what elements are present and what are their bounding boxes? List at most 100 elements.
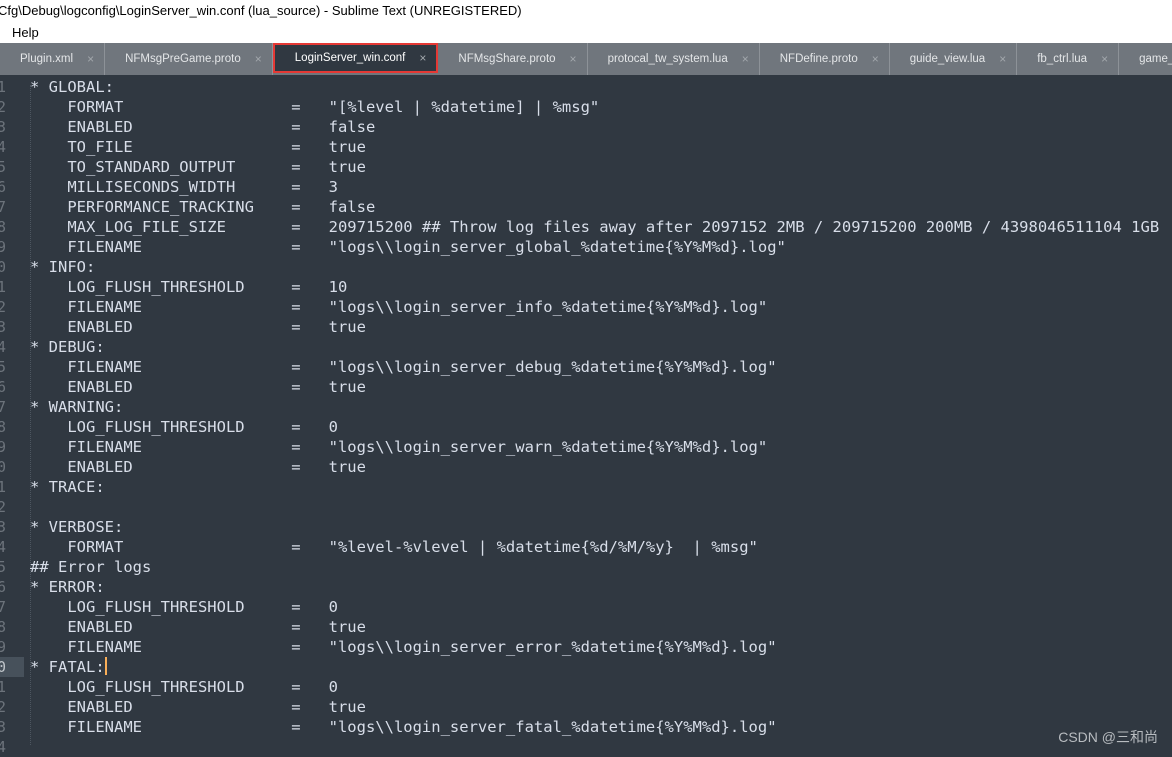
code-line: 28 ENABLED = true	[0, 617, 1172, 637]
code-text: ENABLED = false	[30, 118, 376, 136]
code-line: 23 * VERBOSE:	[0, 517, 1172, 537]
code-text: * WARNING:	[30, 398, 124, 416]
code-line: 25 ## Error logs	[0, 557, 1172, 577]
code-text: FILENAME = "logs\\login_server_global_%d…	[30, 238, 786, 256]
code-text: ENABLED = true	[30, 458, 366, 476]
code-text: LOG_FLUSH_THRESHOLD = 0	[30, 598, 338, 616]
code-line: 5 TO_STANDARD_OUTPUT = true	[0, 157, 1172, 177]
code-line: 22	[0, 497, 1172, 517]
tab-game-util-lua[interactable]: game_util.lua×	[1119, 43, 1172, 75]
line-number: 30	[0, 657, 24, 677]
code-line: 20 ENABLED = true	[0, 457, 1172, 477]
close-icon[interactable]: ×	[999, 52, 1006, 66]
tab-label: game_util.lua	[1139, 53, 1172, 65]
code-text: ENABLED = true	[30, 318, 366, 336]
close-icon[interactable]: ×	[419, 51, 426, 65]
tab-fb-ctrl-lua[interactable]: fb_ctrl.lua ×	[1017, 43, 1120, 75]
code-line: 6 MILLISECONDS_WIDTH = 3	[0, 177, 1172, 197]
code-text: MAX_LOG_FILE_SIZE = 209715200 ## Throw l…	[30, 218, 1160, 236]
line-number: 32	[0, 698, 6, 716]
code-line: 12 FILENAME = "logs\\login_server_info_%…	[0, 297, 1172, 317]
close-icon[interactable]: ×	[87, 52, 94, 66]
code-line: 34	[0, 737, 1172, 757]
code-line: 24 FORMAT = "%level-%vlevel | %datetime{…	[0, 537, 1172, 557]
line-number: 31	[0, 678, 6, 696]
code-text: * ERROR:	[30, 578, 105, 596]
line-number: 5	[0, 158, 6, 176]
line-number: 12	[0, 298, 6, 316]
line-number: 23	[0, 518, 6, 536]
code-text: LOG_FLUSH_THRESHOLD = 0	[30, 678, 338, 696]
line-number: 25	[0, 558, 6, 576]
line-number: 34	[0, 738, 6, 756]
line-number: 17	[0, 398, 6, 416]
line-number: 15	[0, 358, 6, 376]
window-title: Cfg\Debug\logconfig\LoginServer_win.conf…	[0, 3, 522, 18]
code-line: 15 FILENAME = "logs\\login_server_debug_…	[0, 357, 1172, 377]
line-number: 28	[0, 618, 6, 636]
tab-guide-view-lua[interactable]: guide_view.lua ×	[890, 43, 1018, 75]
close-icon[interactable]: ×	[742, 52, 749, 66]
code-line: 7 PERFORMANCE_TRACKING = false	[0, 197, 1172, 217]
code-line: 18 LOG_FLUSH_THRESHOLD = 0	[0, 417, 1172, 437]
tab-loginserver-win-conf[interactable]: LoginServer_win.conf ×	[272, 43, 439, 73]
code-line: 2 FORMAT = "[%level | %datetime] | %msg"	[0, 97, 1172, 117]
code-line: 13 ENABLED = true	[0, 317, 1172, 337]
code-line: 10 * INFO:	[0, 257, 1172, 277]
code-line: 31 LOG_FLUSH_THRESHOLD = 0	[0, 677, 1172, 697]
code-line: 26 * ERROR:	[0, 577, 1172, 597]
text-cursor	[104, 657, 107, 675]
line-number: 3	[0, 118, 6, 136]
close-icon[interactable]: ×	[570, 52, 577, 66]
menu-item-help[interactable]: Help	[12, 25, 39, 40]
line-number: 33	[0, 718, 6, 736]
code-line: 16 ENABLED = true	[0, 377, 1172, 397]
code-text: ## Error logs	[30, 558, 152, 576]
tab-bar: Plugin.xml × NFMsgPreGame.proto × LoginServe…	[0, 43, 1172, 75]
line-number: 27	[0, 598, 6, 616]
code-line: 29 FILENAME = "logs\\login_server_error_…	[0, 637, 1172, 657]
code-line: 8 MAX_LOG_FILE_SIZE = 209715200 ## Throw…	[0, 217, 1172, 237]
line-number: 11	[0, 278, 6, 296]
code-text: MILLISECONDS_WIDTH = 3	[30, 178, 338, 196]
line-number: 22	[0, 498, 6, 516]
code-text: PERFORMANCE_TRACKING = false	[30, 198, 376, 216]
tab-label: NFDefine.proto	[779, 53, 858, 65]
code-text: * FATAL:	[30, 657, 107, 676]
tab-plugin-xml[interactable]: Plugin.xml ×	[0, 43, 106, 75]
code-text: FORMAT = "%level-%vlevel | %datetime{%d/…	[30, 538, 758, 556]
line-number: 1	[0, 78, 6, 96]
line-number: 16	[0, 378, 6, 396]
line-number: 21	[0, 478, 6, 496]
tab-label: NFMsgShare.proto	[458, 53, 556, 65]
line-number: 6	[0, 178, 6, 196]
code-editor[interactable]: 1 * GLOBAL: 2 FORMAT = "[%level | %datetim…	[0, 75, 1172, 757]
tab-label: guide_view.lua	[909, 53, 986, 65]
code-line: 3 ENABLED = false	[0, 117, 1172, 137]
code-text: * GLOBAL:	[30, 78, 114, 96]
code-line: 30 * FATAL:	[0, 657, 1172, 677]
close-icon[interactable]: ×	[1101, 52, 1108, 66]
code-text: TO_FILE = true	[30, 138, 366, 156]
tab-nfdefine-proto[interactable]: NFDefine.proto ×	[760, 43, 890, 75]
code-line: 4 TO_FILE = true	[0, 137, 1172, 157]
tab-protocal-tw-system-lua[interactable]: protocal_tw_system.lua ×	[588, 43, 760, 75]
line-number: 10	[0, 258, 6, 276]
line-number: 20	[0, 458, 6, 476]
line-number: 29	[0, 638, 6, 656]
code-line: 27 LOG_FLUSH_THRESHOLD = 0	[0, 597, 1172, 617]
tab-nfmsgpregame-proto[interactable]: NFMsgPreGame.proto ×	[105, 43, 273, 75]
code-text: FILENAME = "logs\\login_server_error_%da…	[30, 638, 777, 656]
tab-label: Plugin.xml	[20, 53, 74, 65]
code-text: ENABLED = true	[30, 378, 366, 396]
tab-label: protocal_tw_system.lua	[607, 53, 728, 65]
code-line: 17 * WARNING:	[0, 397, 1172, 417]
line-number: 24	[0, 538, 6, 556]
tab-nfmsgshare-proto[interactable]: NFMsgShare.proto ×	[438, 43, 588, 75]
code-line: 11 LOG_FLUSH_THRESHOLD = 10	[0, 277, 1172, 297]
code-text: FILENAME = "logs\\login_server_warn_%dat…	[30, 438, 768, 456]
code-line: 14 * DEBUG:	[0, 337, 1172, 357]
close-icon[interactable]: ×	[255, 52, 262, 66]
close-icon[interactable]: ×	[872, 52, 879, 66]
code-line: 32 ENABLED = true	[0, 697, 1172, 717]
